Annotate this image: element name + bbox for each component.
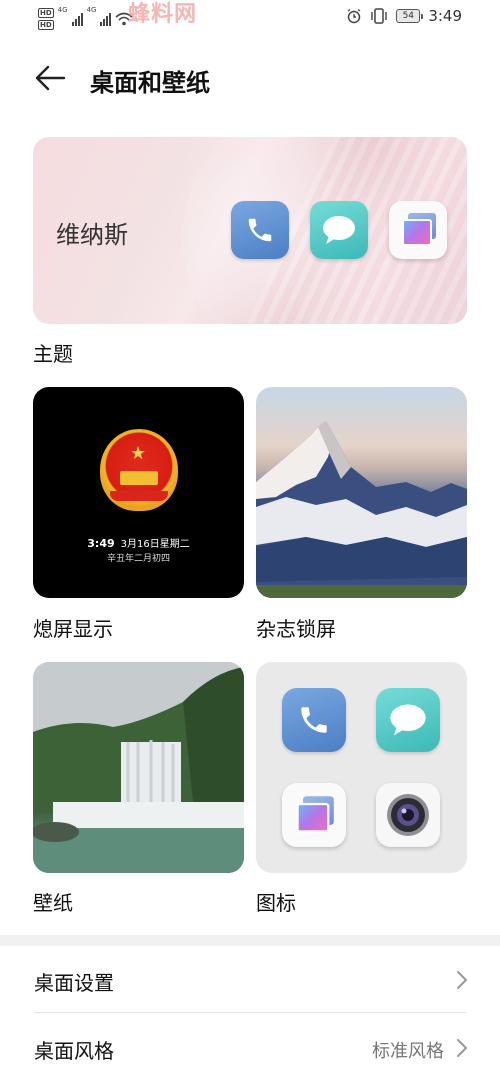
theme-name: 维纳斯 [56,221,128,249]
settings-list: 桌面设置 桌面风格 标准风格 [0,946,500,1083]
chevron-right-icon [457,971,467,989]
phone-icon [282,688,346,752]
network-type-1: 4G [57,6,68,14]
desktop-style-row[interactable]: 桌面风格 标准风格 [0,1014,500,1080]
signal-icon-1 [71,12,83,26]
magazine-lock-label: 杂志锁屏 [256,617,336,641]
watermark-text: 蜂料网 [128,2,198,27]
hd-badge-1: HD [38,8,54,18]
aod-time: 3:49 [87,537,115,550]
status-bar: HD HD 4G 4G 蜂料网 54 3:49 [0,0,500,36]
back-arrow-icon [35,65,66,91]
desktop-settings-row[interactable]: 桌面设置 [0,946,500,1013]
aod-lunar-date: 辛丑年二月初四 [106,554,170,564]
desktop-style-label: 桌面风格 [34,1039,114,1063]
signal-icon-2 [100,12,112,26]
status-time: 3:49 [428,7,462,25]
back-button[interactable] [30,58,70,98]
theme-label: 主题 [33,342,73,366]
camera-icon [376,783,440,847]
page-title: 桌面和壁纸 [90,69,210,97]
desktop-style-value: 标准风格 [372,1041,444,1062]
always-on-display-tile[interactable]: ★ 3:49 3月16日星期二 辛丑年二月初四 [33,387,244,598]
emblem-image: ★ [100,429,178,511]
mountain-image [256,421,467,598]
wallpaper-label: 壁纸 [33,891,73,915]
status-right: 54 3:49 [346,7,462,25]
theme-icon-preview [231,201,447,259]
aod-label: 熄屏显示 [33,617,113,641]
phone-icon [231,201,289,259]
alarm-icon [347,8,361,24]
chevron-right-icon [457,1039,467,1057]
icons-label: 图标 [256,891,296,915]
row-divider [34,1012,466,1013]
gallery-icon [389,201,447,259]
aod-date: 3月16日星期二 [120,539,190,550]
network-type-2: 4G [86,6,97,14]
icons-tile[interactable] [256,662,467,873]
hd-badge-2: HD [38,20,54,30]
icons-preview-grid [282,688,442,847]
wallpaper-tile[interactable] [33,662,244,873]
status-left: HD HD 4G 4G [38,6,133,32]
header: 桌面和壁纸 [0,52,500,104]
waterfall-image [33,662,244,873]
desktop-settings-label: 桌面设置 [34,971,114,995]
screen: HD HD 4G 4G 蜂料网 54 3:49 桌面和壁纸 维纳斯 主题 ★ 3… [0,0,500,935]
magazine-lock-tile[interactable] [256,387,467,598]
hd-stack: HD HD [38,8,54,30]
message-icon [376,688,440,752]
vibrate-icon [371,8,388,24]
battery-icon: 54 [396,9,424,23]
theme-card[interactable]: 维纳斯 [33,137,467,324]
message-icon [310,201,368,259]
gallery-icon [282,783,346,847]
aod-clock: 3:49 3月16日星期二 [33,535,244,550]
